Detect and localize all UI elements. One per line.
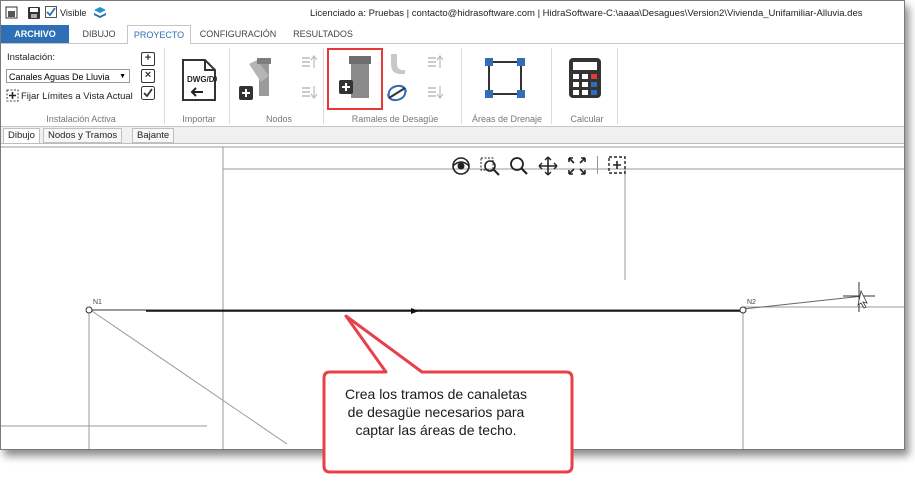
callout-text: Crea los tramos de canaletas de desagüe …	[344, 386, 528, 438]
